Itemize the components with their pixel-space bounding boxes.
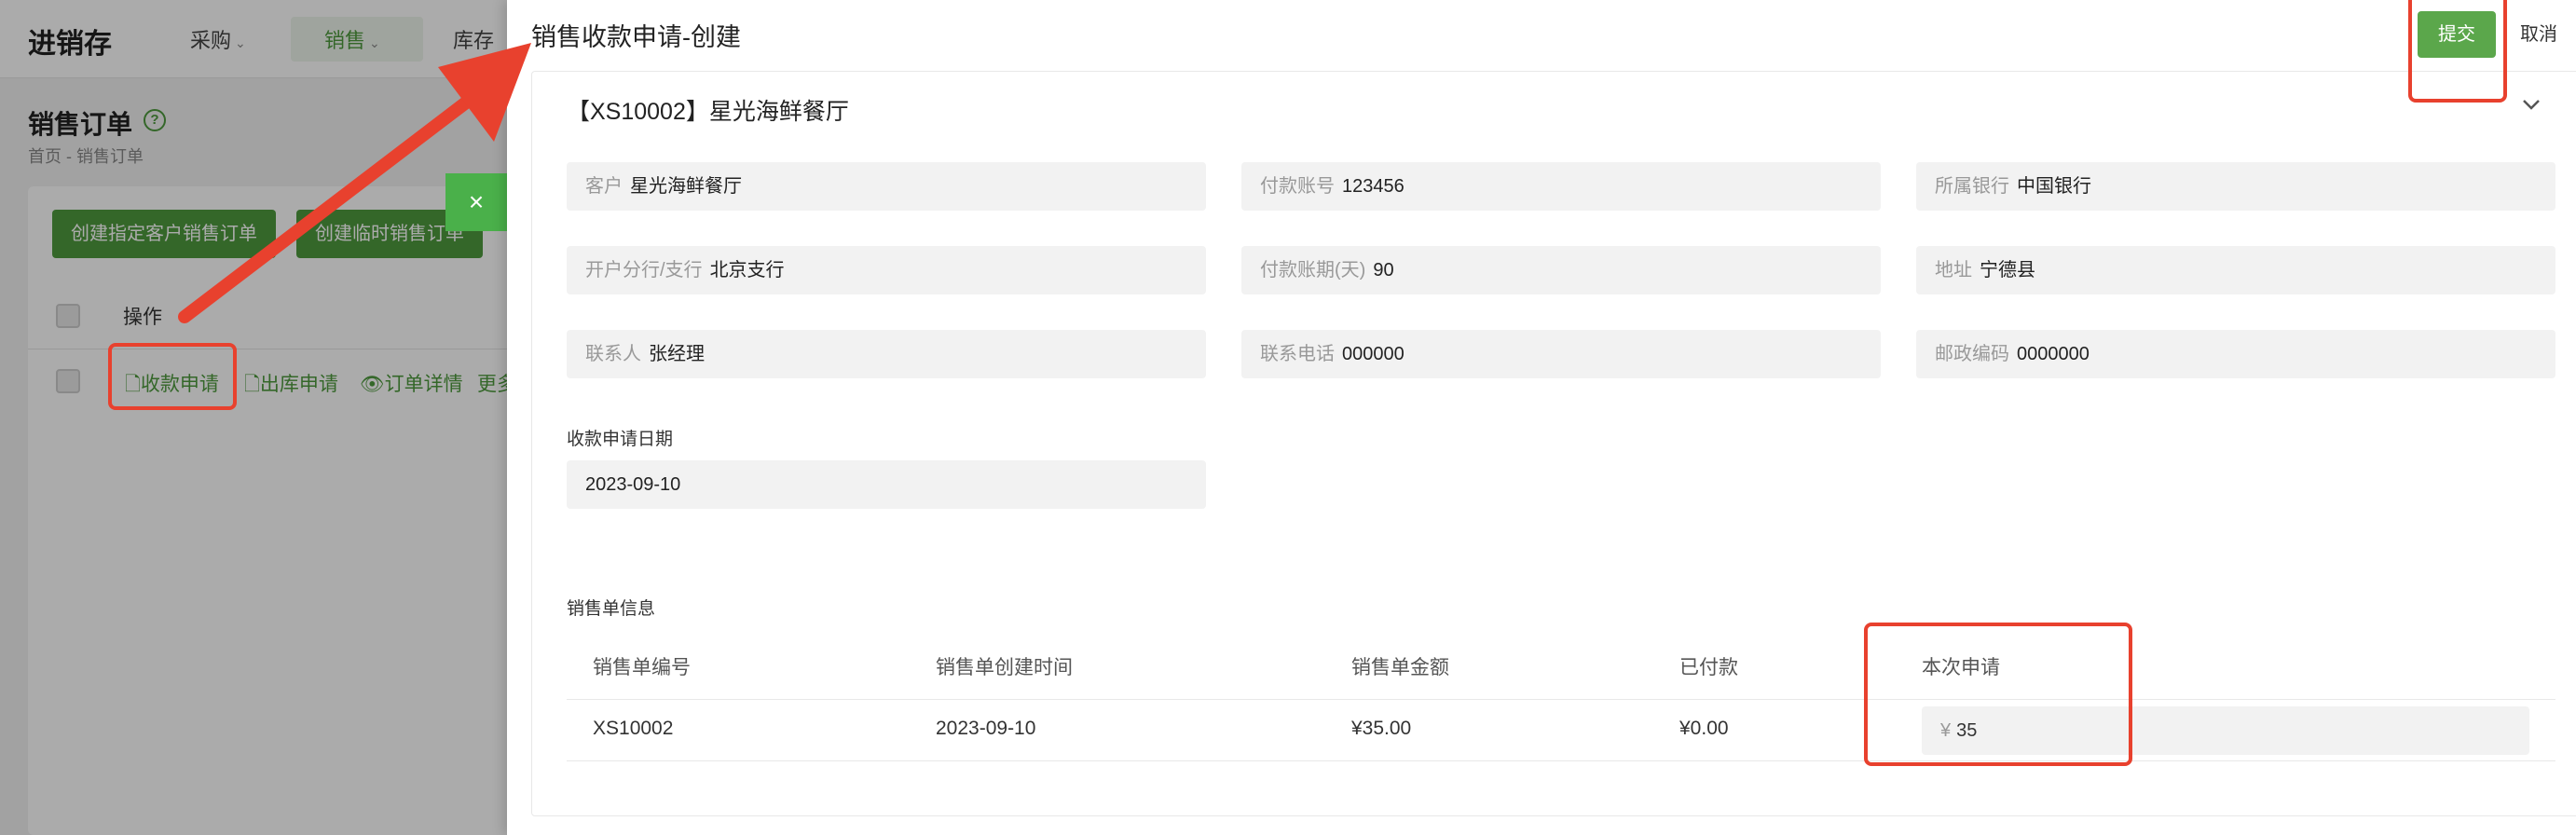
field-label: 付款账期(天) xyxy=(1260,260,1366,281)
customer-field[interactable]: 客户 星光海鲜餐厅 xyxy=(567,162,1206,211)
bank-field[interactable]: 所属银行 中国银行 xyxy=(1916,162,2555,211)
drawer-title: 销售收款申请-创建 xyxy=(531,23,741,51)
field-label: 所属银行 xyxy=(1935,176,2009,197)
postcode-field[interactable]: 邮政编码 0000000 xyxy=(1916,330,2555,378)
field-value: 2023-09-10 xyxy=(585,474,681,495)
create-receipt-drawer: 销售收款申请-创建 提交 取消 【XS10002】星光海鲜餐厅 客户 星光海鲜餐厅… xyxy=(507,0,2576,835)
field-value: 中国银行 xyxy=(2017,176,2091,197)
annotation-box-apply-amount xyxy=(1864,623,2132,766)
contact-field[interactable]: 联系人 张经理 xyxy=(567,330,1206,378)
column-header-amount: 销售单金额 xyxy=(1351,657,1449,678)
annotation-box-receipt-link xyxy=(108,343,237,410)
field-label: 邮政编码 xyxy=(1935,344,2009,364)
field-label: 联系人 xyxy=(585,344,641,364)
order-info-label: 销售单信息 xyxy=(567,599,656,619)
section-title: 【XS10002】星光海鲜餐厅 xyxy=(567,99,849,125)
column-header-paid: 已付款 xyxy=(1679,657,1738,678)
cell-paid: ¥0.00 xyxy=(1679,718,1729,739)
close-drawer-button[interactable]: × xyxy=(445,173,507,231)
field-value: 北京支行 xyxy=(709,260,785,281)
cell-created: 2023-09-10 xyxy=(936,718,1036,739)
chevron-down-icon[interactable] xyxy=(2520,93,2542,116)
annotation-box-submit xyxy=(2408,0,2507,103)
field-value: 123456 xyxy=(1342,176,1404,197)
cancel-button[interactable]: 取消 xyxy=(2520,11,2576,58)
field-label: 联系电话 xyxy=(1260,344,1335,364)
account-field[interactable]: 付款账号 123456 xyxy=(1241,162,1881,211)
field-value: 90 xyxy=(1373,260,1394,281)
cell-amount: ¥35.00 xyxy=(1351,718,1412,739)
branch-field[interactable]: 开户分行/支行 北京支行 xyxy=(567,246,1206,294)
column-header-created: 销售单创建时间 xyxy=(936,657,1073,678)
modal-overlay[interactable] xyxy=(0,0,507,835)
field-value: 0000000 xyxy=(2017,344,2090,364)
date-label: 收款申请日期 xyxy=(567,430,674,449)
column-header-order-no: 销售单编号 xyxy=(593,657,691,678)
field-value: 000000 xyxy=(1342,344,1404,364)
address-field[interactable]: 地址 宁德县 xyxy=(1916,246,2555,294)
field-value: 宁德县 xyxy=(1980,260,2035,281)
field-label: 地址 xyxy=(1935,260,1972,281)
field-value: 星光海鲜餐厅 xyxy=(630,176,742,197)
divider xyxy=(567,760,2555,761)
cell-order-no: XS10002 xyxy=(593,718,674,739)
field-value: 张经理 xyxy=(649,344,705,364)
receipt-date-input[interactable]: 2023-09-10 xyxy=(567,460,1206,509)
divider xyxy=(567,699,2555,700)
field-label: 付款账号 xyxy=(1260,176,1335,197)
field-label: 开户分行/支行 xyxy=(585,260,703,281)
payment-term-field[interactable]: 付款账期(天) 90 xyxy=(1241,246,1881,294)
phone-field[interactable]: 联系电话 000000 xyxy=(1241,330,1881,378)
field-label: 客户 xyxy=(585,176,623,197)
